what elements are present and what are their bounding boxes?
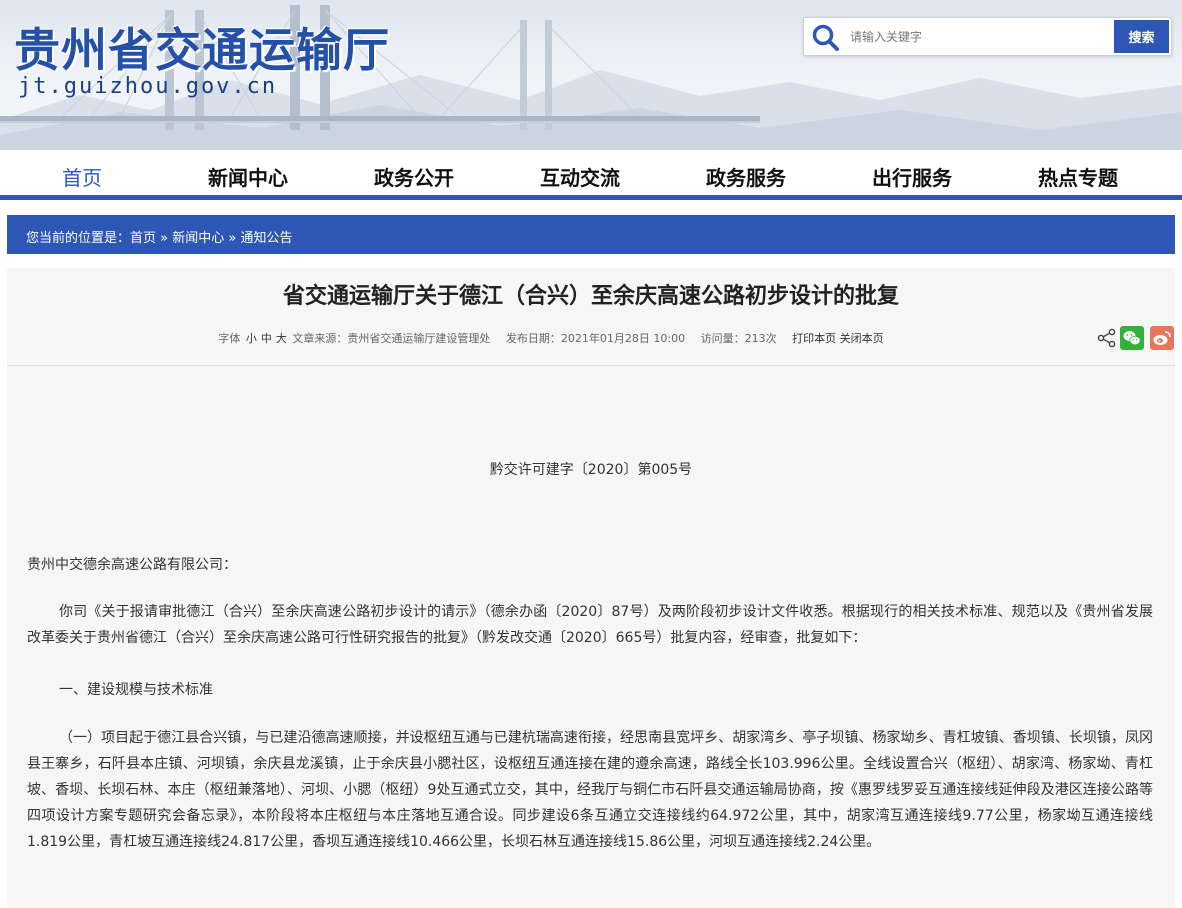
addressee: 贵州中交德余高速公路有限公司： <box>27 557 237 573</box>
document-number: 黔交许可建字〔2020〕第005号 <box>489 462 693 478</box>
font-size-medium-button[interactable]: 中 <box>261 332 272 345</box>
weibo-icon[interactable] <box>1150 326 1174 350</box>
share-icon[interactable] <box>1095 326 1119 350</box>
nav-item-news-center[interactable]: 新闻中心 <box>178 162 318 190</box>
search-input[interactable] <box>850 24 1110 50</box>
search-icon[interactable] <box>810 22 842 54</box>
print-page-link[interactable]: 打印本页 <box>792 332 836 345</box>
nav-item-hot-topics[interactable]: 热点专题 <box>1008 162 1148 190</box>
font-size-large-button[interactable]: 大 <box>276 332 287 345</box>
nav-item-government-affairs[interactable]: 政务公开 <box>344 162 484 190</box>
meta-divider <box>7 365 1175 366</box>
font-size-label: 字体 <box>218 332 241 345</box>
main-nav: 首页 新闻中心 政务公开 互动交流 政务服务 出行服务 热点专题 <box>0 150 1182 200</box>
header-banner: 贵州省交通运输厅 jt.guizhou.gov.cn 搜索 <box>0 0 1182 150</box>
breadcrumb-separator: » <box>156 231 173 246</box>
search-button[interactable]: 搜索 <box>1114 20 1169 53</box>
nav-item-travel-services[interactable]: 出行服务 <box>842 162 982 190</box>
article-date: 发布日期：2021年01月28日 10:00 <box>505 332 686 345</box>
close-page-link[interactable]: 关闭本页 <box>840 332 884 345</box>
article-section-heading: 一、建设规模与技术标准 <box>59 682 213 698</box>
nav-item-home[interactable]: 首页 <box>12 162 152 190</box>
breadcrumb-link-news-center[interactable]: 新闻中心 <box>172 231 224 246</box>
article-views: 访问量：213次 <box>700 332 777 345</box>
wechat-icon[interactable] <box>1120 326 1144 350</box>
breadcrumb-separator: » <box>224 231 241 246</box>
article-source: 文章来源：贵州省交通运输厅建设管理处 <box>292 332 491 345</box>
nav-item-interaction[interactable]: 互动交流 <box>510 162 650 190</box>
article-paragraph: （一）项目起于德江县合兴镇，与已建沿德高速顺接，并设枢纽互通与已建杭瑞高速衔接，… <box>27 730 1153 850</box>
article-title: 省交通运输厅关于德江（合兴）至余庆高速公路初步设计的批复 <box>282 284 899 309</box>
breadcrumb-link-notices[interactable]: 通知公告 <box>240 231 292 246</box>
search-box: 搜索 <box>803 17 1172 56</box>
nav-item-government-services[interactable]: 政务服务 <box>676 162 816 190</box>
article-meta: 字体 小中大 文章来源：贵州省交通运输厅建设管理处 发布日期：2021年01月2… <box>7 330 1175 346</box>
site-domain: jt.guizhou.gov.cn <box>18 74 278 99</box>
breadcrumb-link-home[interactable]: 首页 <box>130 231 156 246</box>
article-paragraph: 你司《关于报请审批德江（合兴）至余庆高速公路初步设计的请示》（德余办函〔2020… <box>27 604 1153 646</box>
article: 省交通运输厅关于德江（合兴）至余庆高速公路初步设计的批复 字体 小中大 文章来源… <box>7 268 1175 908</box>
font-size-small-button[interactable]: 小 <box>246 332 257 345</box>
site-title[interactable]: 贵州省交通运输厅 <box>14 14 390 80</box>
breadcrumb-prefix: 您当前的位置是： <box>26 231 131 246</box>
breadcrumb: 您当前的位置是：首页 » 新闻中心 » 通知公告 <box>7 215 1175 254</box>
